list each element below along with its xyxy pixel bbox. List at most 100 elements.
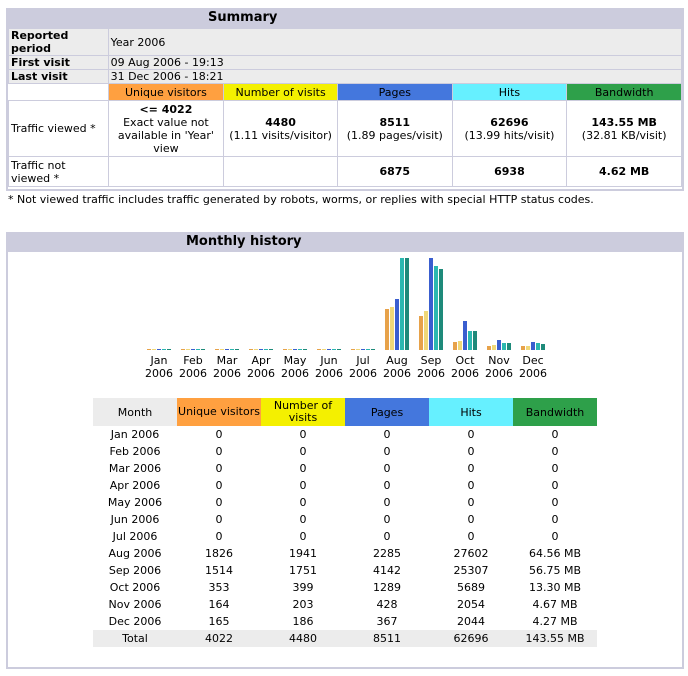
chart-bar-pages	[361, 349, 365, 350]
mcol-bandwidth: Bandwidth	[513, 398, 597, 426]
col-pages: Pages	[336, 83, 453, 101]
chart-bar-uv	[215, 349, 219, 350]
monthly-table: Month Unique visitors Number of visits P…	[93, 398, 597, 647]
chart-month-name: Oct	[455, 354, 475, 367]
cell-hits: 0	[467, 513, 475, 526]
chart-group	[453, 256, 479, 350]
cell-visits: 0	[299, 462, 307, 475]
first-visit-label: First visit	[8, 55, 109, 70]
last-visit-value: 31 Dec 2006 - 18:21	[107, 69, 683, 84]
cell-visits: 1941	[289, 547, 317, 560]
cell-pages: 1289	[373, 581, 401, 594]
chart-bar-bw	[371, 349, 375, 350]
chart-bar-pages	[531, 342, 535, 350]
total-uv: 4022	[205, 632, 233, 645]
chart-bar-pages	[225, 349, 229, 350]
chart-bar-visits	[492, 345, 496, 350]
cell-month: Oct 2006	[109, 581, 161, 594]
not-viewed-pages: 6875	[336, 156, 453, 187]
chart-month-name: Apr	[251, 354, 271, 367]
chart-bar-pages	[429, 258, 433, 350]
chart-bar-hits	[400, 258, 404, 350]
chart-bar-visits	[356, 349, 360, 350]
table-row: Jan 2006 0 0 0 0 0	[93, 426, 597, 443]
cell-month: Feb 2006	[109, 445, 161, 458]
total-month: Total	[122, 632, 148, 645]
cell-uv: 164	[208, 598, 230, 611]
chart-month-label: Mar 2006	[210, 354, 244, 380]
cell-uv: 1514	[205, 564, 233, 577]
chart-group	[215, 256, 241, 350]
table-row: Sep 2006 1514 1751 4142 25307 56.75 MB	[93, 562, 597, 579]
chart-bar-uv	[317, 349, 321, 350]
chart-bar-hits	[196, 349, 200, 350]
chart-bar-hits	[468, 331, 472, 350]
cell-hits: 2044	[457, 615, 485, 628]
total-bw: 143.55 MB	[525, 632, 585, 645]
cell-bw: 0	[551, 496, 559, 509]
chart-bar-pages	[497, 340, 501, 350]
chart-bar-visits	[458, 341, 462, 350]
chart-month-year: 2006	[451, 367, 479, 380]
viewed-pages-sub: (1.89 pages/visit)	[346, 128, 443, 142]
chart-bar-pages	[327, 349, 331, 350]
table-row: Dec 2006 165 186 367 2044 4.27 MB	[93, 613, 597, 630]
cell-bw: 0	[551, 530, 559, 543]
chart-month-name: May	[283, 354, 307, 367]
table-row: Jul 2006 0 0 0 0 0	[93, 528, 597, 545]
chart-bar-bw	[541, 344, 545, 350]
monthly-chart	[142, 252, 554, 350]
chart-month-year: 2006	[145, 367, 173, 380]
chart-group	[419, 256, 445, 350]
table-row: Feb 2006 0 0 0 0 0	[93, 443, 597, 460]
footnote: * Not viewed traffic includes traffic ge…	[8, 193, 594, 206]
table-row: Oct 2006 353 399 1289 5689 13.30 MB	[93, 579, 597, 596]
chart-month-label: Jun 2006	[312, 354, 346, 380]
chart-bar-uv	[249, 349, 253, 350]
cell-month: May 2006	[107, 496, 163, 509]
cell-pages: 0	[383, 530, 391, 543]
summary-panel: Summary Reported period Year 2006 First …	[6, 8, 684, 191]
col-bandwidth: Bandwidth	[566, 83, 682, 101]
chart-group	[317, 256, 343, 350]
chart-bar-bw	[439, 269, 443, 350]
total-pages: 8511	[373, 632, 401, 645]
chart-month-label: Sep 2006	[414, 354, 448, 380]
chart-month-label: Jan 2006	[142, 354, 176, 380]
chart-bar-visits	[254, 349, 258, 350]
cell-hits: 0	[467, 530, 475, 543]
cell-uv: 0	[215, 479, 223, 492]
chart-month-name: Sep	[420, 354, 442, 367]
chart-bar-visits	[390, 307, 394, 350]
cell-pages: 2285	[373, 547, 401, 560]
chart-bar-pages	[293, 349, 297, 350]
chart-bar-hits	[366, 349, 370, 350]
chart-month-year: 2006	[349, 367, 377, 380]
col-unique-visitors: Unique visitors	[107, 83, 225, 101]
chart-bar-uv	[181, 349, 185, 350]
chart-bar-uv	[419, 316, 423, 350]
cell-month: Sep 2006	[108, 564, 162, 577]
cell-bw: 0	[551, 479, 559, 492]
cell-month: Apr 2006	[109, 479, 161, 492]
viewed-uv-sub: Exact value not available in 'Year' view	[117, 115, 214, 155]
total-row: Total 4022 4480 8511 62696 143.55 MB	[93, 630, 597, 647]
chart-month-year: 2006	[179, 367, 207, 380]
chart-month-label: Aug 2006	[380, 354, 414, 380]
table-row: May 2006 0 0 0 0 0	[93, 494, 597, 511]
chart-bar-hits	[162, 349, 166, 350]
cell-hits: 25307	[453, 564, 489, 577]
cell-uv: 1826	[205, 547, 233, 560]
viewed-bw-sub: (32.81 KB/visit)	[581, 128, 667, 142]
chart-month-year: 2006	[519, 367, 547, 380]
viewed-pages: 8511 (1.89 pages/visit)	[336, 100, 453, 157]
mcol-unique-visitors: Unique visitors	[177, 398, 261, 426]
cell-hits: 0	[467, 428, 475, 441]
cell-uv: 0	[215, 513, 223, 526]
chart-group	[283, 256, 309, 350]
first-visit-value: 09 Aug 2006 - 19:13	[107, 55, 683, 70]
chart-group	[521, 256, 547, 350]
cell-bw: 64.56 MB	[528, 547, 582, 560]
chart-month-label: Apr 2006	[244, 354, 278, 380]
chart-month-name: Nov	[488, 354, 510, 367]
